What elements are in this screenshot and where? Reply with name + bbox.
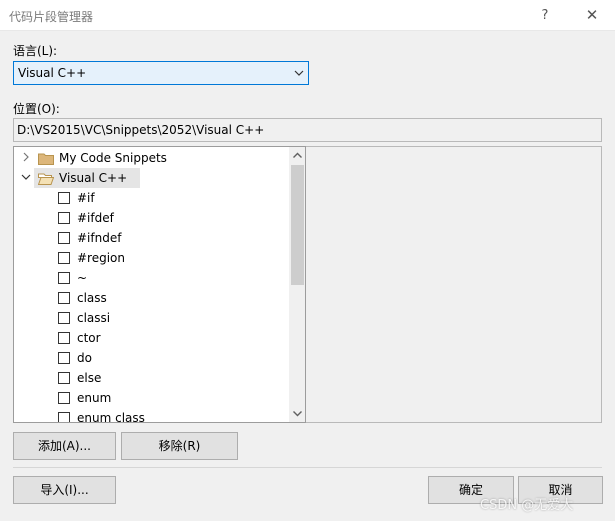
language-selected: Visual C++: [18, 66, 87, 80]
import-button[interactable]: 导入(I)...: [13, 476, 116, 504]
snippet-item[interactable]: enum class: [14, 408, 284, 423]
snippet-item[interactable]: #if: [14, 188, 284, 208]
snippet-checkbox[interactable]: [58, 332, 70, 344]
snippet-label: enum: [77, 391, 112, 405]
window-title: 代码片段管理器: [9, 10, 94, 24]
tree-item-my-code-snippets[interactable]: My Code Snippets: [14, 148, 284, 168]
snippet-checkbox[interactable]: [58, 232, 70, 244]
divider: [13, 467, 602, 468]
watermark: CSDN @无爱大: [480, 498, 574, 513]
scrollbar-thumb[interactable]: [291, 165, 304, 285]
snippet-item[interactable]: #region: [14, 248, 284, 268]
folder-open-icon: [38, 173, 54, 185]
snippet-label: classi: [77, 311, 111, 325]
language-label: 语言(L):: [13, 44, 58, 58]
snippet-item[interactable]: #ifdef: [14, 208, 284, 228]
location-path-field[interactable]: D:\VS2015\VC\Snippets\2052\Visual C++: [13, 118, 602, 142]
snippet-item[interactable]: class: [14, 288, 284, 308]
snippet-label: #region: [77, 251, 126, 265]
close-button[interactable]: ✕: [575, 3, 609, 28]
snippet-checkbox[interactable]: [58, 212, 70, 224]
language-combobox[interactable]: Visual C++: [13, 61, 309, 85]
scroll-down-icon[interactable]: [289, 405, 306, 422]
snippet-checkbox[interactable]: [58, 412, 70, 422]
location-label: 位置(O):: [13, 102, 60, 116]
title-bar: 代码片段管理器 ? ✕: [0, 0, 615, 31]
chevron-down-icon[interactable]: [20, 171, 32, 183]
snippet-checkbox[interactable]: [58, 372, 70, 384]
chevron-right-icon[interactable]: [20, 151, 32, 163]
snippet-checkbox[interactable]: [58, 292, 70, 304]
snippet-label: enum class: [77, 411, 145, 423]
remove-button[interactable]: 移除(R): [121, 432, 238, 460]
tree-item-label: My Code Snippets: [59, 151, 167, 165]
snippet-checkbox[interactable]: [58, 392, 70, 404]
chevron-down-icon: [294, 70, 304, 76]
snippet-label: #ifdef: [77, 211, 114, 225]
snippet-label: else: [77, 371, 102, 385]
snippet-checkbox[interactable]: [58, 352, 70, 364]
add-button[interactable]: 添加(A)...: [13, 432, 116, 460]
snippet-checkbox[interactable]: [58, 192, 70, 204]
folder-icon: [38, 153, 54, 165]
snippet-label: ~: [77, 271, 88, 285]
snippet-details-pane: [306, 146, 602, 423]
snippet-checkbox[interactable]: [58, 312, 70, 324]
snippet-item[interactable]: ~: [14, 268, 284, 288]
snippet-label: ctor: [77, 331, 101, 345]
snippet-item[interactable]: #ifndef: [14, 228, 284, 248]
snippet-checkbox[interactable]: [58, 272, 70, 284]
location-path: D:\VS2015\VC\Snippets\2052\Visual C++: [17, 123, 265, 137]
snippet-item[interactable]: ctor: [14, 328, 284, 348]
tree-item-visual-cpp[interactable]: Visual C++: [14, 168, 284, 188]
tree-item-label: Visual C++: [59, 171, 128, 185]
snippet-tree[interactable]: My Code Snippets Visual C++ #if #ifdef #…: [13, 146, 306, 423]
snippet-item[interactable]: enum: [14, 388, 284, 408]
snippet-item[interactable]: else: [14, 368, 284, 388]
snippet-label: do: [77, 351, 92, 365]
help-button[interactable]: ?: [528, 3, 562, 28]
snippet-checkbox[interactable]: [58, 252, 70, 264]
scroll-up-icon[interactable]: [289, 147, 306, 164]
snippet-label: class: [77, 291, 107, 305]
tree-scrollbar[interactable]: [289, 147, 306, 422]
snippet-item[interactable]: do: [14, 348, 284, 368]
snippet-label: #if: [77, 191, 95, 205]
snippet-item[interactable]: classi: [14, 308, 284, 328]
snippet-label: #ifndef: [77, 231, 122, 245]
